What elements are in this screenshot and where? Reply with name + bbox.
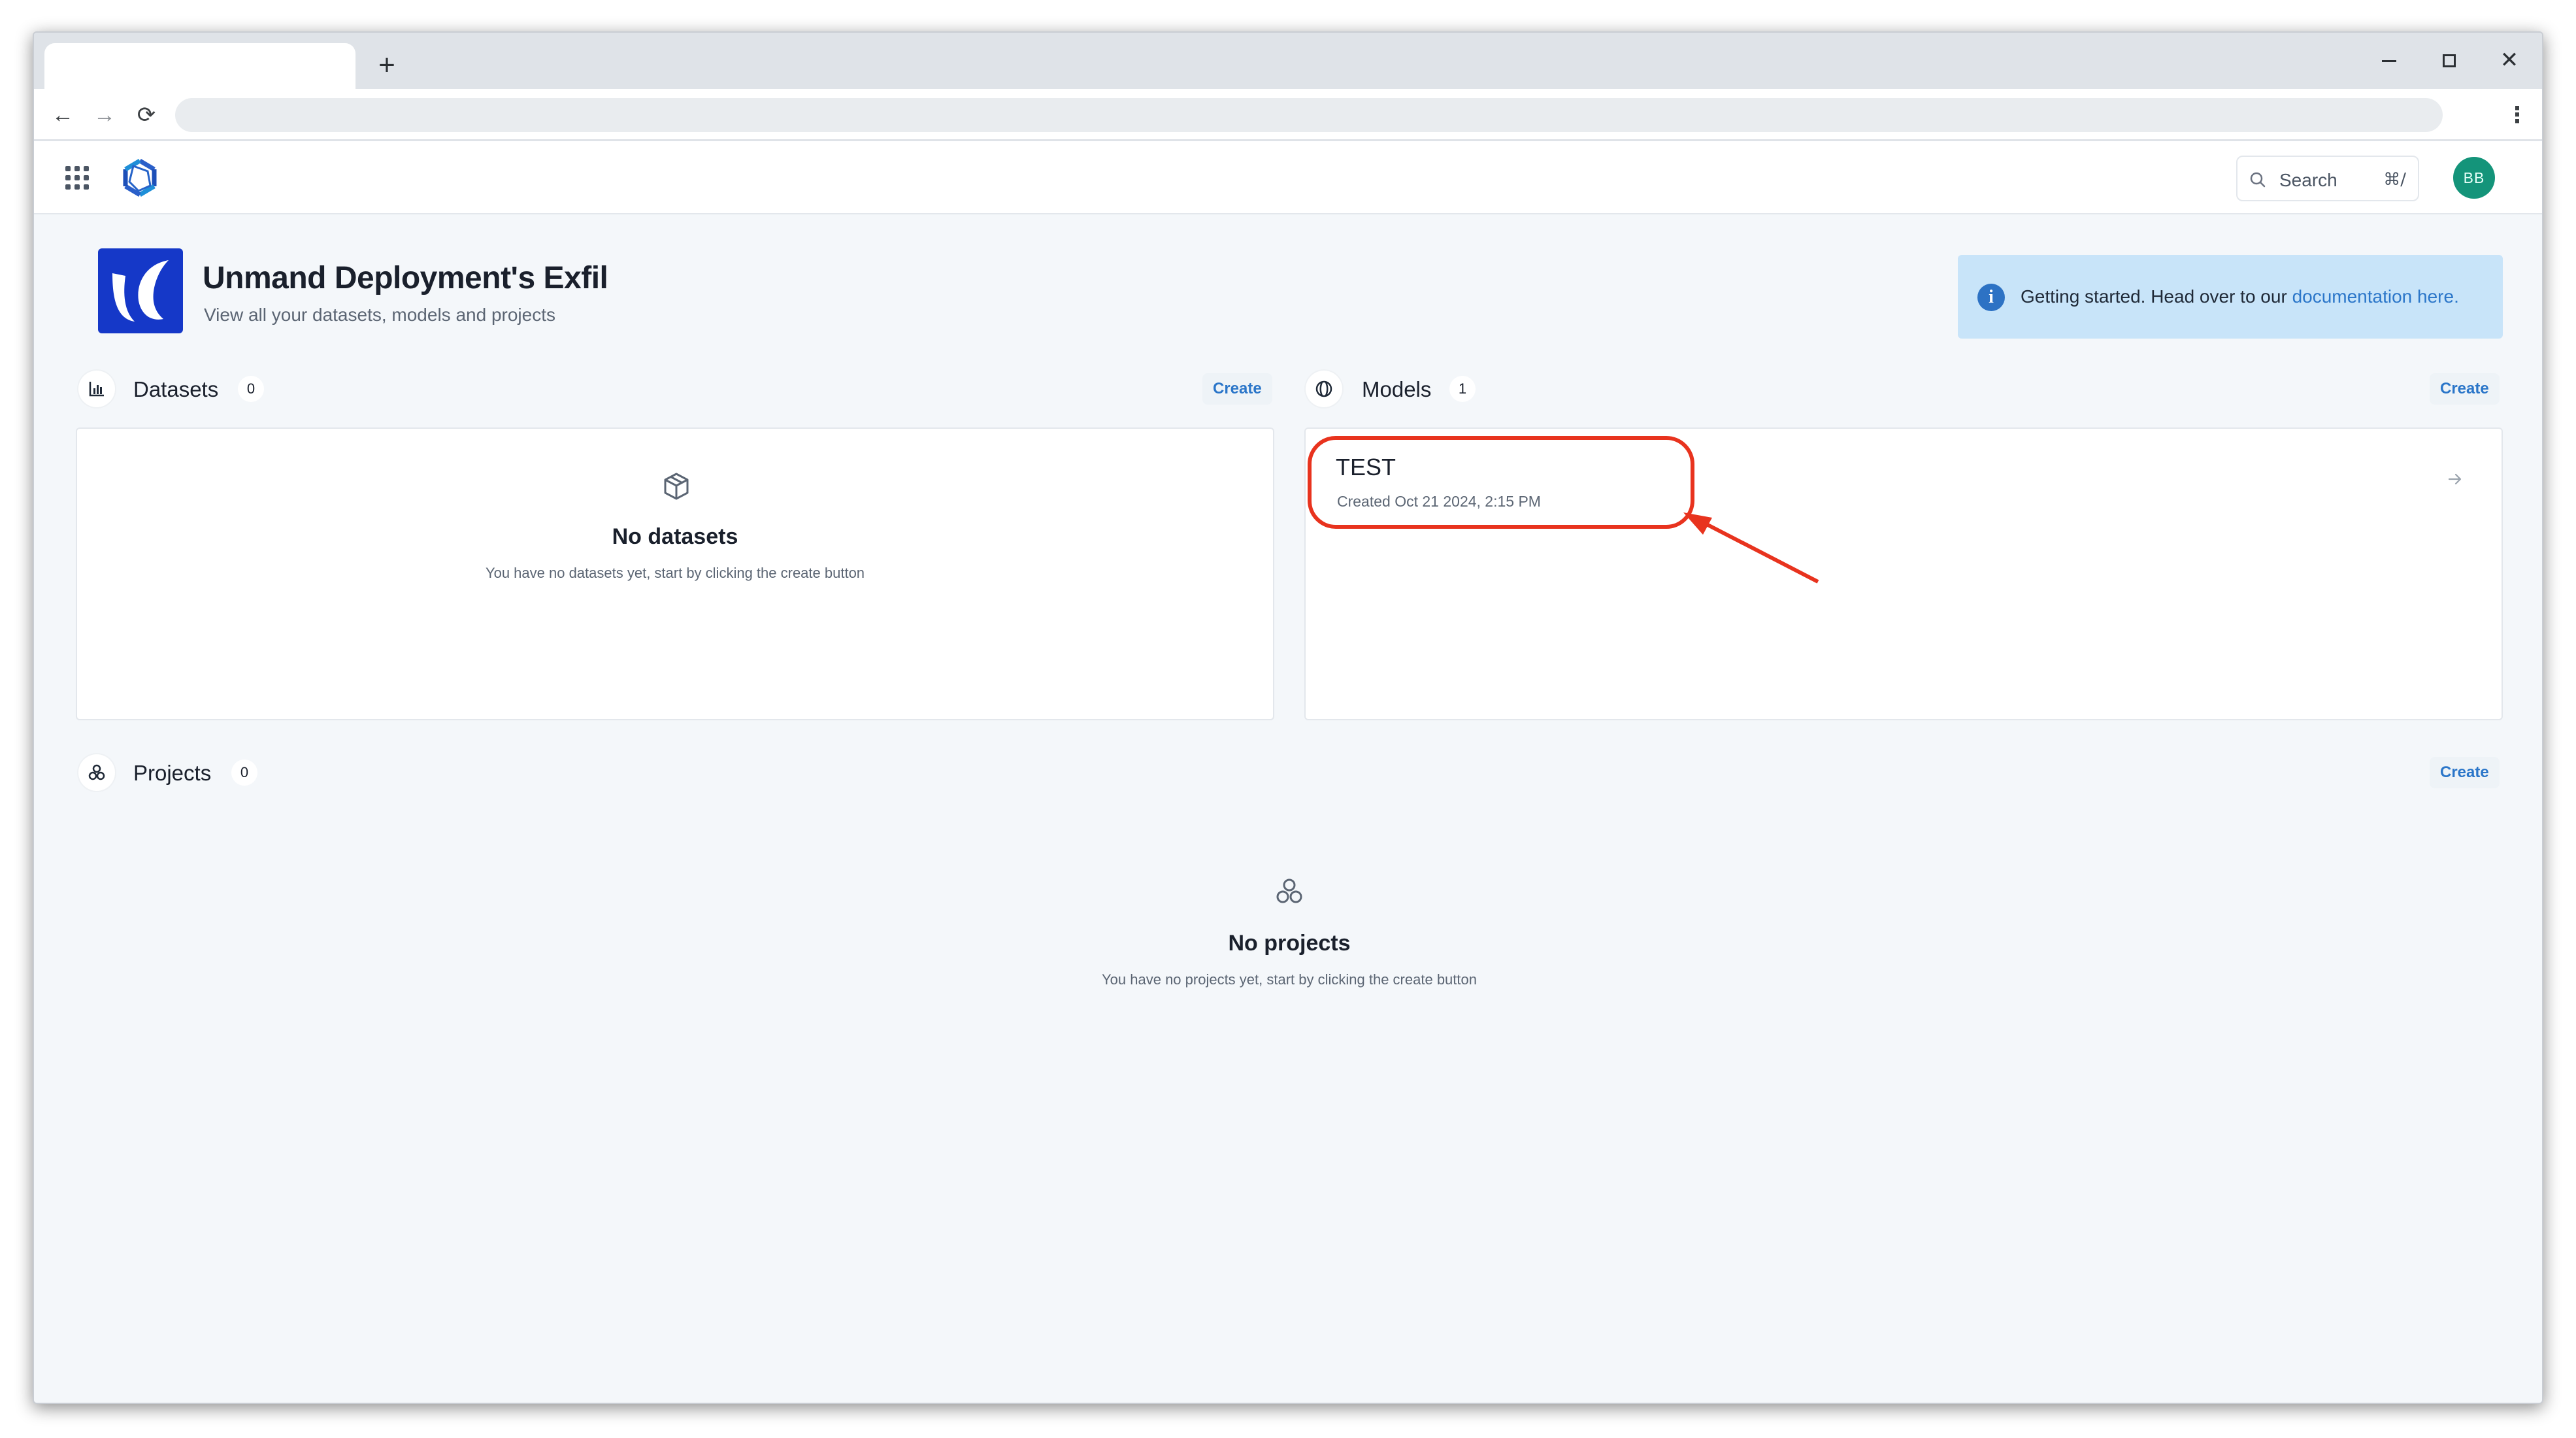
app-header: Search ⌘/ BB [34, 141, 2542, 214]
search-shortcut: ⌘/ [2383, 170, 2406, 190]
model-icon [1315, 380, 1332, 397]
models-card: TEST Created Oct 21 2024, 2:15 PM [1304, 427, 2503, 720]
models-heading: Models [1362, 377, 1432, 401]
projects-count-badge: 0 [231, 760, 257, 786]
avatar[interactable]: BB [2453, 157, 2495, 199]
models-icon-badge [1306, 371, 1342, 407]
browser-tab[interactable] [44, 43, 355, 90]
package-icon [664, 473, 689, 500]
datasets-count-badge: 0 [238, 376, 264, 402]
bar-chart-icon [89, 382, 104, 397]
documentation-link[interactable]: documentation here. [2292, 286, 2459, 307]
create-dataset-button[interactable]: Create [1202, 373, 1272, 405]
projects-empty-icon [1276, 878, 1302, 903]
model-created-date: Created Oct 21 2024, 2:15 PM [1337, 493, 1541, 510]
banner-text: Getting started. Head over to our docume… [2021, 286, 2459, 307]
address-bar[interactable] [175, 98, 2443, 132]
minimize-icon [2382, 59, 2396, 62]
arrow-right-icon[interactable] [2445, 469, 2465, 489]
datasets-icon-badge [78, 371, 115, 407]
models-count-badge: 1 [1449, 376, 1476, 402]
getting-started-banner: i Getting started. Head over to our docu… [1958, 255, 2503, 339]
search-placeholder: Search [2279, 170, 2337, 190]
reload-button[interactable]: ⟳ [129, 98, 163, 132]
search-box[interactable]: Search ⌘/ [2236, 156, 2419, 201]
datasets-card: No datasets You have no datasets yet, st… [76, 427, 1274, 720]
create-project-button[interactable]: Create [2430, 757, 2500, 788]
new-tab-button[interactable]: + [369, 50, 405, 81]
projects-heading: Projects [133, 761, 212, 785]
datasets-heading: Datasets [133, 377, 219, 401]
maximize-button[interactable] [2431, 44, 2468, 76]
forward-button[interactable]: → [88, 98, 122, 132]
org-logo-icon [112, 260, 169, 322]
projects-empty-title: No projects [1228, 931, 1351, 956]
create-model-button[interactable]: Create [2430, 373, 2500, 405]
projects-icon-badge [78, 754, 115, 791]
org-logo [98, 248, 183, 333]
browser-window: + ✕ ← → ⟳ ⋮ Search ⌘/ BB Unmand Deployme… [33, 31, 2543, 1404]
search-icon [2250, 172, 2266, 188]
projects-icon [88, 764, 105, 780]
datasets-empty-subtitle: You have no datasets yet, start by click… [485, 565, 865, 581]
browser-menu-button[interactable]: ⋮ [2500, 98, 2534, 132]
info-icon: i [1977, 284, 2005, 311]
tab-strip: + ✕ [34, 33, 2542, 90]
datasets-empty-title: No datasets [612, 524, 738, 549]
browser-toolbar: ← → ⟳ ⋮ [34, 89, 2542, 141]
maximize-icon [2443, 54, 2456, 68]
app-logo-icon[interactable] [119, 157, 161, 199]
close-window-button[interactable]: ✕ [2491, 44, 2528, 76]
page-title: Unmand Deployment's Exfil [203, 261, 608, 295]
page-subtitle: View all your datasets, models and proje… [204, 305, 555, 325]
projects-empty-state: No projects You have no projects yet, st… [76, 837, 2503, 1033]
minimize-button[interactable] [2371, 44, 2407, 76]
app-launcher-icon[interactable] [65, 166, 89, 190]
projects-empty-subtitle: You have no projects yet, start by click… [1102, 971, 1477, 988]
back-button[interactable]: ← [46, 98, 80, 132]
model-name[interactable]: TEST [1336, 454, 1396, 481]
